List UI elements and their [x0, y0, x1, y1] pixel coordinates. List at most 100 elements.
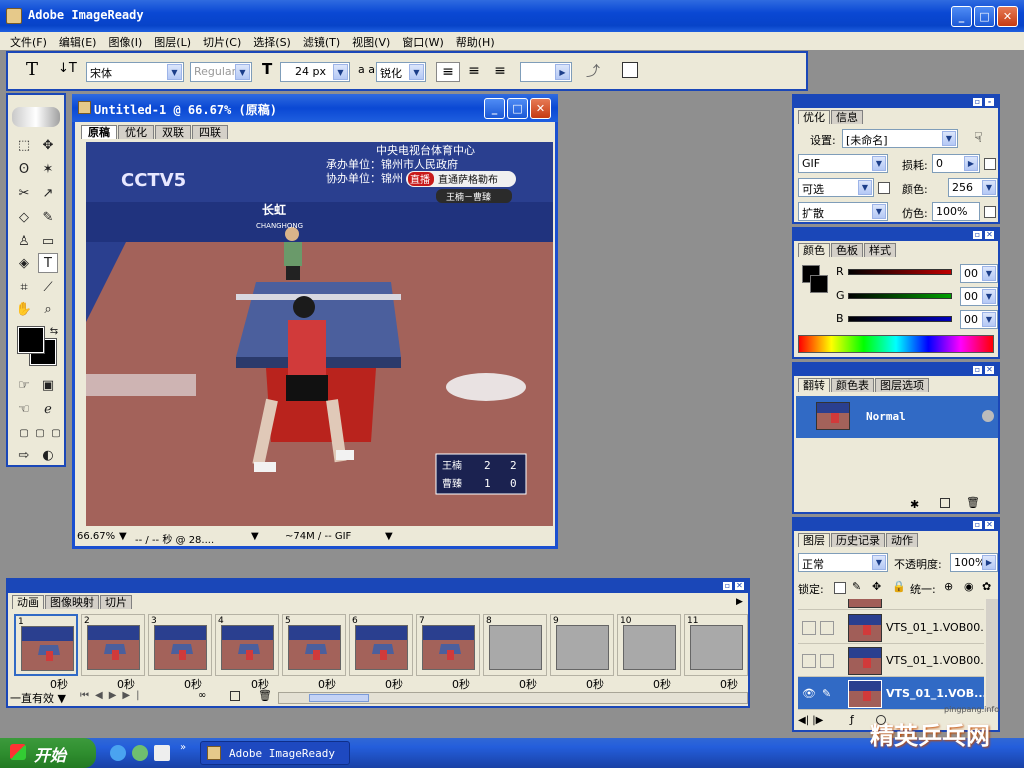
tab-4-up[interactable]: 四联: [192, 125, 228, 139]
green-slider[interactable]: [848, 293, 952, 299]
brush-tool-icon[interactable]: ✎: [38, 207, 58, 227]
tab-optimized[interactable]: 优化: [118, 125, 154, 139]
document-close-button[interactable]: ✕: [530, 98, 551, 119]
image-canvas[interactable]: 中央电视台体育中心 承办单位：锦州市人民政府 协办单位：锦州 直播 直通萨格勒布…: [86, 142, 553, 526]
layer-visibility-toggle[interactable]: [802, 621, 816, 635]
menu-select[interactable]: 选择(S): [249, 32, 299, 50]
animation-frame[interactable]: 9: [550, 614, 614, 676]
layers-panel-collapse-icon[interactable]: ▫: [972, 520, 983, 530]
dither-select[interactable]: 扩散 ▼: [798, 202, 888, 221]
menu-layer[interactable]: 图层(L): [150, 32, 199, 50]
layer-row[interactable]: VTS_01_1.VOB00...: [798, 644, 984, 677]
font-family-select[interactable]: 宋体 ▼: [86, 62, 184, 82]
menu-edit[interactable]: 编辑(E): [55, 32, 105, 50]
dither-mask-icon[interactable]: [984, 206, 996, 218]
delete-state-icon[interactable]: 🗑: [966, 496, 980, 509]
animation-frame[interactable]: 1: [14, 614, 78, 676]
settings-select[interactable]: [未命名] ▼: [842, 129, 958, 148]
eyedropper-tool-icon[interactable]: ⟋: [38, 277, 58, 297]
delete-frame-icon[interactable]: 🗑: [258, 689, 272, 702]
slice-select-tool-icon[interactable]: ↗: [38, 183, 58, 203]
image-map-visibility-icon[interactable]: ☞: [14, 375, 34, 395]
frame-delay-select[interactable]: 0秒: [385, 676, 403, 692]
unify-style-icon[interactable]: ✿: [982, 580, 991, 593]
rollover-panel-collapse-icon[interactable]: ▫: [972, 365, 983, 375]
menu-filter[interactable]: 滤镜(T): [299, 32, 348, 50]
animation-panel-menu-icon[interactable]: ▶: [736, 597, 743, 607]
rollover-panel-close-icon[interactable]: ✕: [984, 365, 995, 375]
layers-panel-close-icon[interactable]: ✕: [984, 520, 995, 530]
menu-window[interactable]: 窗口(W): [398, 32, 451, 50]
lock-move-icon[interactable]: ✥: [872, 580, 881, 593]
tab-original[interactable]: 原稿: [81, 125, 117, 139]
brush-link-icon[interactable]: ✎: [822, 687, 831, 700]
rollover-state-menu-icon[interactable]: [982, 410, 994, 422]
animation-panel-collapse-icon[interactable]: ▫: [722, 581, 733, 591]
animation-frame[interactable]: 2: [81, 614, 145, 676]
tab-layer-options[interactable]: 图层选项: [875, 378, 929, 392]
colors-select[interactable]: 256 ▼: [948, 178, 998, 197]
tab-2-up[interactable]: 双联: [155, 125, 191, 139]
color-panel-collapse-icon[interactable]: ▫: [972, 230, 983, 240]
tab-info[interactable]: 信息: [831, 110, 863, 124]
new-rollover-state-icon[interactable]: ✱: [910, 498, 919, 511]
lock-transparency-icon[interactable]: [834, 582, 846, 594]
animation-frame[interactable]: 4: [215, 614, 279, 676]
frame-delay-select[interactable]: 0秒: [519, 676, 537, 692]
frames-scrollbar[interactable]: [278, 692, 748, 704]
tab-styles[interactable]: 样式: [864, 243, 896, 257]
marquee-tool-icon[interactable]: ⬚: [14, 135, 34, 155]
unify-position-icon[interactable]: ⊕: [944, 580, 953, 593]
menu-help[interactable]: 帮助(H): [452, 32, 503, 50]
tab-color-table[interactable]: 颜色表: [831, 378, 874, 392]
frames-scrollbar-thumb[interactable]: [309, 694, 369, 702]
tab-history[interactable]: 历史记录: [831, 533, 885, 547]
slice-visibility-icon[interactable]: ▣: [38, 375, 58, 395]
start-button[interactable]: 开始: [0, 738, 96, 768]
frame-delay-select[interactable]: 0秒: [452, 676, 470, 692]
antialias-select[interactable]: 锐化 ▼: [376, 62, 426, 82]
animation-frame[interactable]: 11: [684, 614, 748, 676]
layer-link-toggle[interactable]: [820, 654, 834, 668]
font-style-select[interactable]: Regular ▼: [190, 62, 252, 82]
layer-style-icon[interactable]: ƒ: [850, 713, 854, 726]
frame-delay-select[interactable]: 0秒: [318, 676, 336, 692]
screen-mode-full-icon[interactable]: ▢: [46, 423, 66, 443]
status-time[interactable]: -- / -- 秒 @ 28....: [135, 531, 214, 546]
red-slider[interactable]: [848, 269, 952, 275]
animation-frame[interactable]: 7: [416, 614, 480, 676]
layer-link-toggle[interactable]: [820, 621, 834, 635]
frame-delay-select[interactable]: 0秒: [720, 676, 738, 692]
color-spectrum-bar[interactable]: [798, 335, 994, 353]
zoom-level[interactable]: 66.67%: [77, 531, 115, 542]
animation-frame[interactable]: 6: [349, 614, 413, 676]
lossy-field[interactable]: 0 ▶: [932, 154, 980, 173]
unify-visibility-icon[interactable]: ◉: [964, 580, 974, 593]
rollover-state-row[interactable]: Normal: [796, 396, 998, 438]
eye-icon[interactable]: 👁: [802, 687, 816, 700]
status-size[interactable]: ~74M / -- GIF: [285, 531, 351, 542]
close-button[interactable]: ✕: [997, 6, 1018, 27]
menu-file[interactable]: 文件(F): [6, 32, 55, 50]
animation-frame[interactable]: 8: [483, 614, 547, 676]
layer-visibility-toggle[interactable]: [802, 654, 816, 668]
layers-prev-frame-icon[interactable]: ◀| |▶: [798, 715, 823, 726]
animation-frame[interactable]: 3: [148, 614, 212, 676]
animation-panel-close-icon[interactable]: ✕: [734, 581, 745, 591]
jump-to-app-icon[interactable]: ◐: [38, 445, 58, 465]
animation-frame[interactable]: 10: [617, 614, 681, 676]
blue-slider[interactable]: [848, 316, 952, 322]
jump-to-photoshop-icon[interactable]: ⇨: [14, 445, 34, 465]
swap-colors-icon[interactable]: ⇆: [44, 321, 64, 341]
blend-mode-select[interactable]: 正常 ▼: [798, 553, 888, 572]
tab-color[interactable]: 颜色: [798, 243, 830, 257]
menu-image[interactable]: 图像(I): [104, 32, 150, 50]
font-size-select[interactable]: 24 px ▼: [280, 62, 350, 82]
taskbar-imageready-button[interactable]: Adobe ImageReady: [200, 741, 350, 765]
layers-scrollbar[interactable]: [986, 599, 998, 711]
green-value-field[interactable]: 00 ▼: [960, 287, 998, 306]
optimize-panel-minimize-icon[interactable]: -: [984, 97, 995, 107]
preview-browser-icon[interactable]: ℯ: [38, 399, 58, 419]
red-value-field[interactable]: 00 ▼: [960, 264, 998, 283]
rollover-preview-icon[interactable]: ☜: [14, 399, 34, 419]
